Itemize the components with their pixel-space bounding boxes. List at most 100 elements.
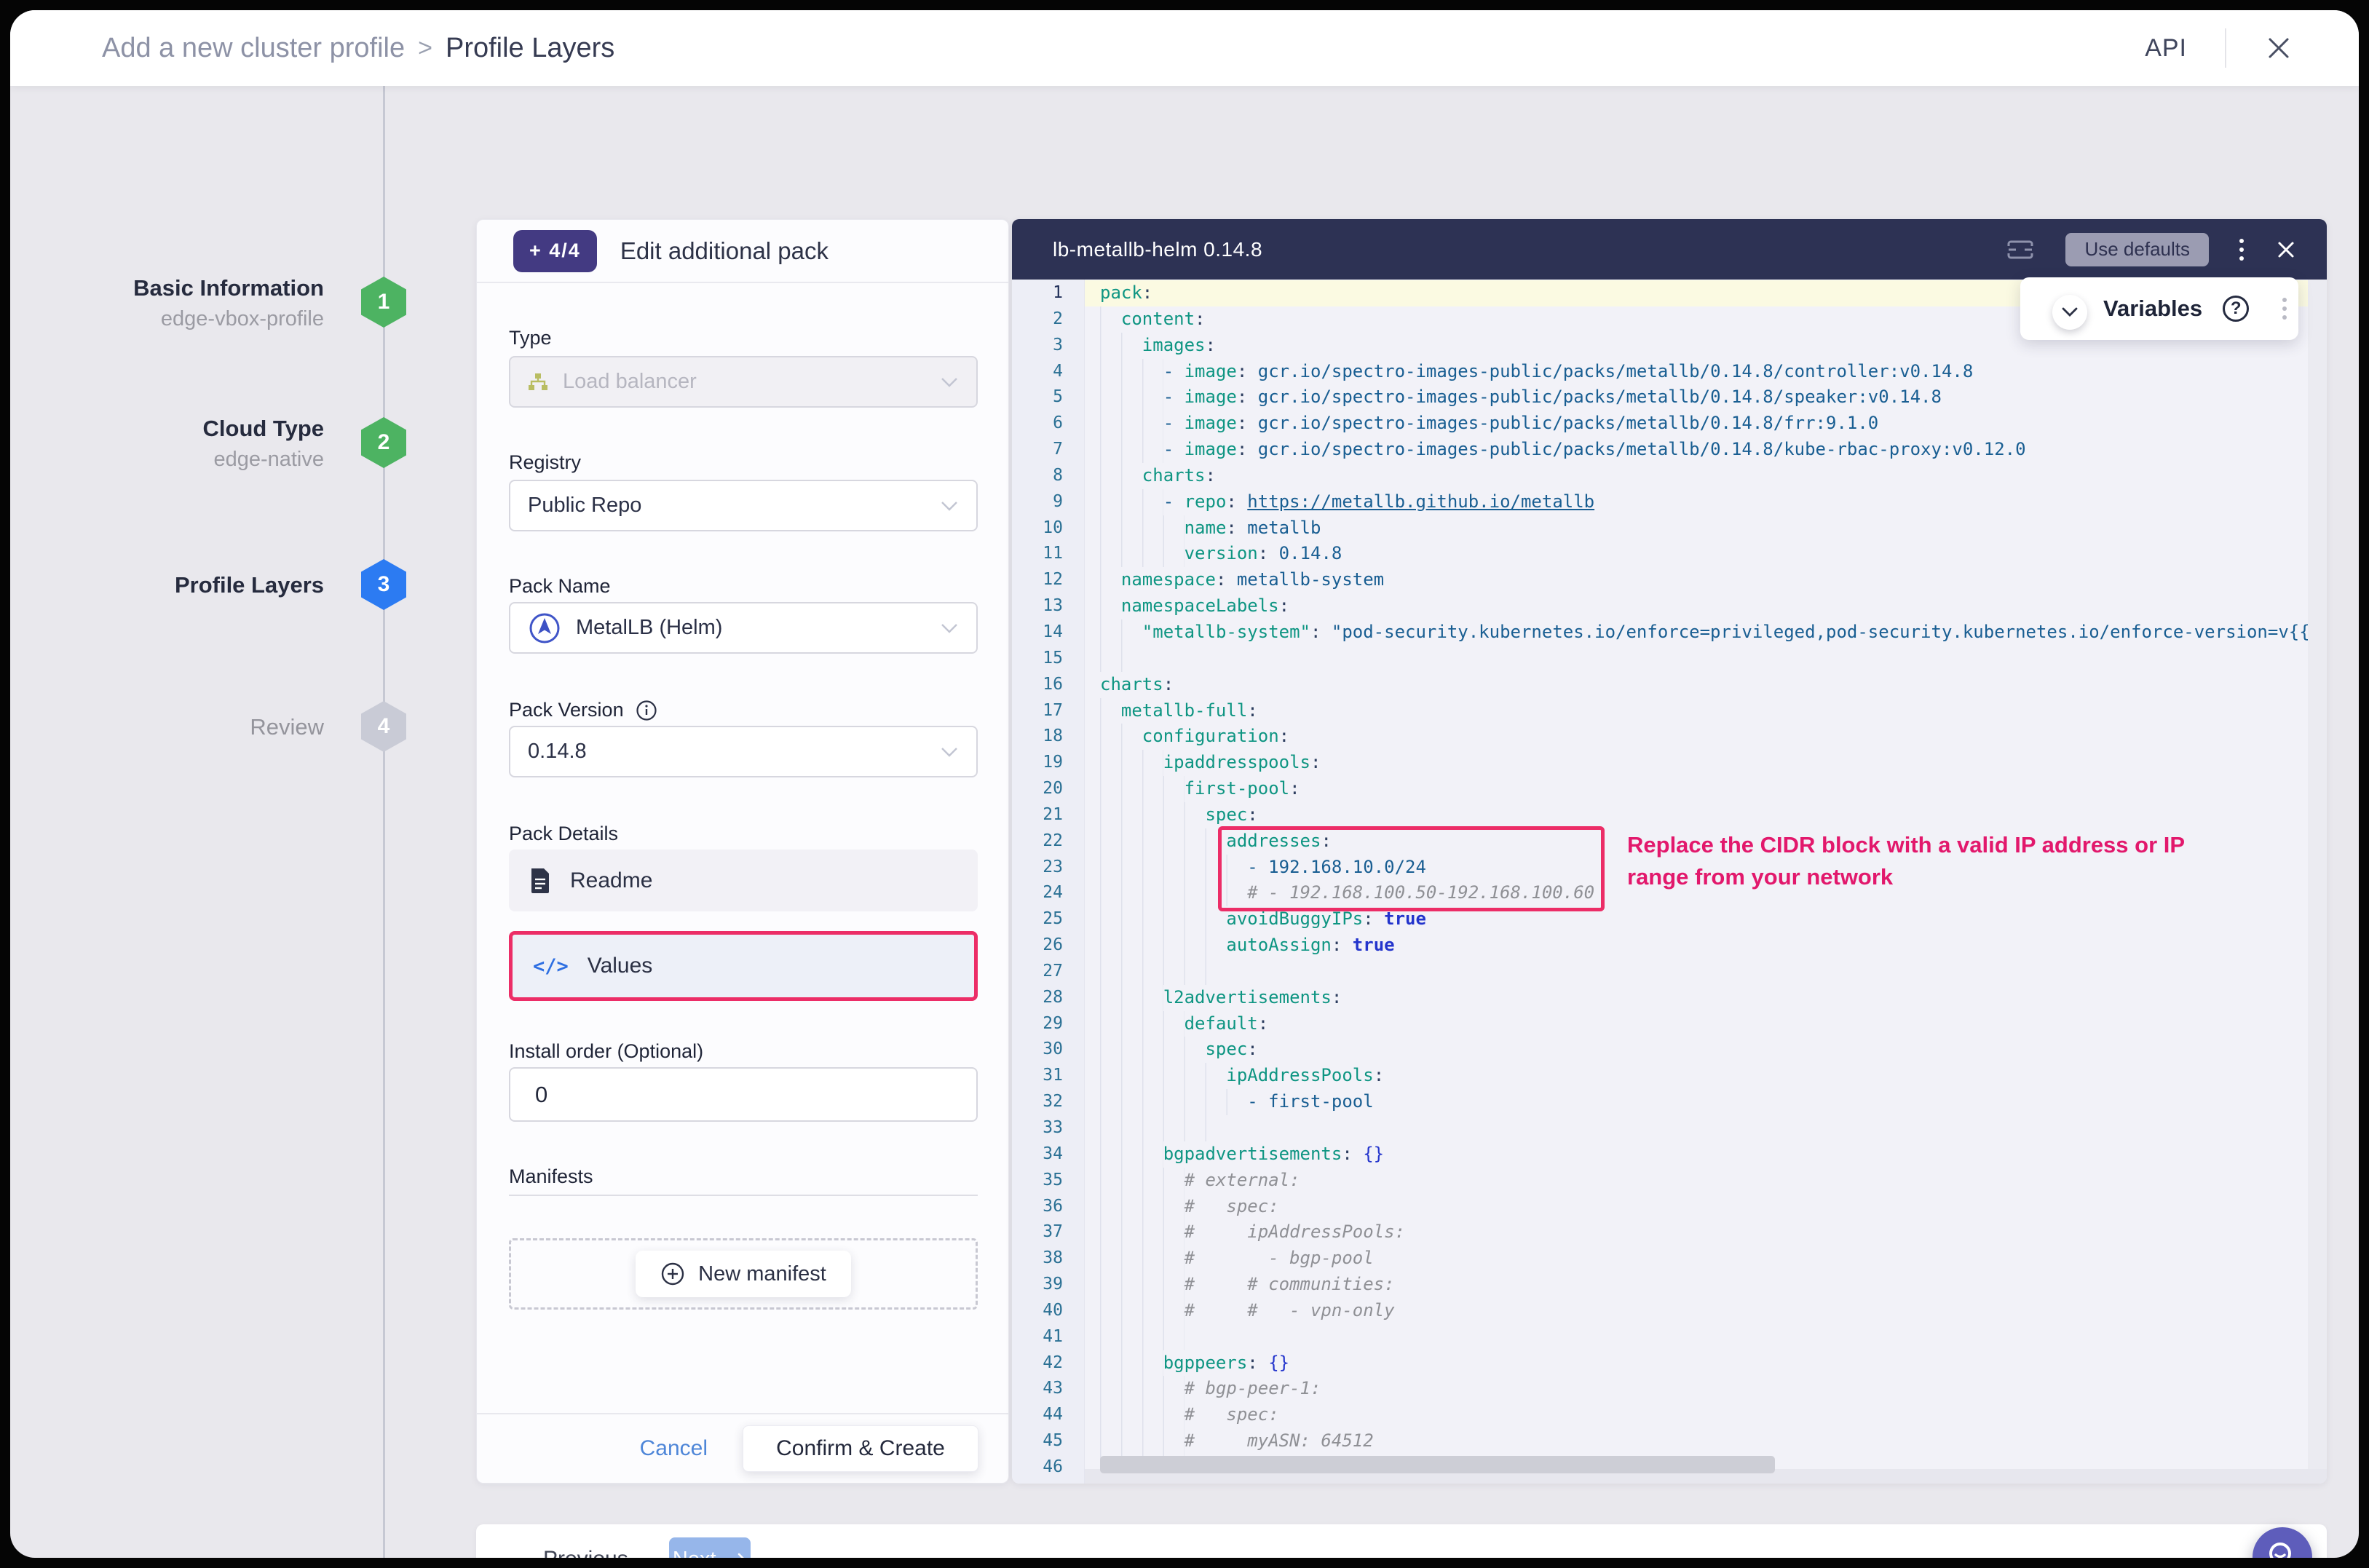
code-line[interactable]: autoAssign: true: [1085, 933, 2327, 959]
code-line[interactable]: metallb-full:: [1085, 698, 2327, 724]
compare-diff-icon[interactable]: [2006, 238, 2035, 261]
manifests-dropzone: New manifest: [509, 1238, 978, 1310]
code-row: 38# - bgp-pool: [1012, 1246, 2327, 1272]
code-line[interactable]: ipAddressPools:: [1085, 1063, 2327, 1089]
code-line[interactable]: bgpadvertisements: {}: [1085, 1141, 2327, 1168]
line-number: 42: [1012, 1350, 1085, 1377]
code-line[interactable]: - repo: https://metallb.github.io/metall…: [1085, 489, 2327, 515]
horizontal-scrollbar-thumb[interactable]: [1100, 1456, 1775, 1473]
code-line[interactable]: namespace: metallb-system: [1085, 567, 2327, 593]
line-number: 23: [1012, 855, 1085, 881]
line-number: 16: [1012, 672, 1085, 698]
code-line[interactable]: spec:: [1085, 802, 2327, 828]
code-row: 8charts:: [1012, 463, 2327, 489]
type-label: Type: [509, 327, 552, 349]
pack-name-value: MetalLB (Helm): [576, 616, 722, 640]
info-icon[interactable]: [636, 700, 657, 721]
code-line[interactable]: [1085, 1324, 2327, 1350]
pack-name-label: Pack Name: [509, 575, 611, 598]
editor-menu-icon[interactable]: [2239, 239, 2244, 261]
code-line[interactable]: "metallb-system": "pod-security.kubernet…: [1085, 619, 2327, 646]
line-number: 10: [1012, 515, 1085, 542]
line-number: 7: [1012, 437, 1085, 463]
code-line[interactable]: avoidBuggyIPs: true: [1085, 906, 2327, 933]
variables-menu-icon[interactable]: [2282, 298, 2287, 320]
code-line[interactable]: # bgp-peer-1:: [1085, 1376, 2327, 1402]
line-number: 37: [1012, 1219, 1085, 1246]
code-line[interactable]: # spec:: [1085, 1402, 2327, 1428]
code-line[interactable]: # # - vpn-only: [1085, 1298, 2327, 1324]
line-number: 28: [1012, 985, 1085, 1011]
next-button[interactable]: Next: [669, 1537, 751, 1558]
pack-version-select[interactable]: 0.14.8: [509, 726, 978, 777]
code-row: 35# external:: [1012, 1168, 2327, 1194]
code-row: 41: [1012, 1324, 2327, 1350]
code-line[interactable]: [1085, 646, 2327, 672]
line-number: 8: [1012, 463, 1085, 489]
code-row: 13namespaceLabels:: [1012, 593, 2327, 619]
modal-body: Basic Information edge-vbox-profile 1 Cl…: [10, 86, 2359, 1558]
pack-version-value: 0.14.8: [528, 740, 587, 764]
registry-label: Registry: [509, 451, 581, 474]
close-icon[interactable]: [2264, 33, 2293, 63]
cancel-button[interactable]: Cancel: [640, 1436, 708, 1461]
code-line[interactable]: charts:: [1085, 463, 2327, 489]
line-number: 6: [1012, 411, 1085, 437]
code-line[interactable]: [1085, 1115, 2327, 1141]
values-tab[interactable]: </> Values: [509, 931, 978, 1001]
breadcrumb-parent[interactable]: Add a new cluster profile: [102, 33, 405, 64]
manifests-divider: [509, 1195, 978, 1196]
code-row: 27: [1012, 959, 2327, 985]
code-line[interactable]: # # communities:: [1085, 1272, 2327, 1298]
code-line[interactable]: - image: gcr.io/spectro-images-public/pa…: [1085, 437, 2327, 463]
vertical-scrollbar[interactable]: [2308, 280, 2327, 1469]
line-number: 36: [1012, 1194, 1085, 1220]
code-line[interactable]: first-pool:: [1085, 776, 2327, 802]
line-number: 15: [1012, 646, 1085, 672]
code-line[interactable]: # external:: [1085, 1168, 2327, 1194]
code-line[interactable]: namespaceLabels:: [1085, 593, 2327, 619]
code-line[interactable]: # myASN: 64512: [1085, 1428, 2327, 1454]
code-line[interactable]: bgppeers: {}: [1085, 1350, 2327, 1377]
code-line[interactable]: ipaddresspools:: [1085, 750, 2327, 776]
code-line[interactable]: - image: gcr.io/spectro-images-public/pa…: [1085, 384, 2327, 411]
editor-header: lb-metallb-helm 0.14.8 Use defaults: [1012, 219, 2327, 280]
editor-title: lb-metallb-helm 0.14.8: [1053, 238, 1262, 261]
variables-collapse-button[interactable]: [2052, 295, 2087, 330]
install-order-input[interactable]: 0: [509, 1067, 978, 1122]
help-icon[interactable]: ?: [2223, 296, 2249, 322]
code-line[interactable]: configuration:: [1085, 724, 2327, 750]
code-line[interactable]: - first-pool: [1085, 1089, 2327, 1115]
previous-button[interactable]: Previous: [543, 1547, 628, 1558]
use-defaults-button[interactable]: Use defaults: [2065, 233, 2209, 266]
code-line[interactable]: version: 0.14.8: [1085, 541, 2327, 567]
code-line[interactable]: - image: gcr.io/spectro-images-public/pa…: [1085, 359, 2327, 385]
code-line[interactable]: # ipAddressPools:: [1085, 1219, 2327, 1246]
api-link[interactable]: API: [2145, 34, 2187, 63]
readme-tab[interactable]: Readme: [509, 850, 978, 911]
pack-name-select[interactable]: MetalLB (Helm): [509, 602, 978, 654]
code-line[interactable]: default:: [1085, 1011, 2327, 1037]
code-row: 16charts:: [1012, 672, 2327, 698]
code-line[interactable]: # - bgp-pool: [1085, 1246, 2327, 1272]
line-number: 29: [1012, 1011, 1085, 1037]
code-line[interactable]: spec:: [1085, 1037, 2327, 1063]
edit-pack-panel: + 4/4 Edit additional pack Type Load bal…: [476, 219, 1009, 1484]
code-row: 20first-pool:: [1012, 776, 2327, 802]
line-number: 34: [1012, 1141, 1085, 1168]
line-number: 40: [1012, 1298, 1085, 1324]
code-row: 11version: 0.14.8: [1012, 541, 2327, 567]
line-number: 44: [1012, 1402, 1085, 1428]
code-line[interactable]: name: metallb: [1085, 515, 2327, 542]
new-manifest-button[interactable]: New manifest: [636, 1251, 851, 1297]
line-number: 11: [1012, 541, 1085, 567]
editor-close-icon[interactable]: [2274, 238, 2298, 261]
confirm-create-button[interactable]: Confirm & Create: [743, 1425, 978, 1472]
code-line[interactable]: - image: gcr.io/spectro-images-public/pa…: [1085, 411, 2327, 437]
code-line[interactable]: l2advertisements:: [1085, 985, 2327, 1011]
code-line[interactable]: # spec:: [1085, 1194, 2327, 1220]
line-number: 1: [1012, 280, 1085, 306]
registry-select[interactable]: Public Repo: [509, 480, 978, 531]
code-line[interactable]: charts:: [1085, 672, 2327, 698]
code-line[interactable]: [1085, 959, 2327, 985]
